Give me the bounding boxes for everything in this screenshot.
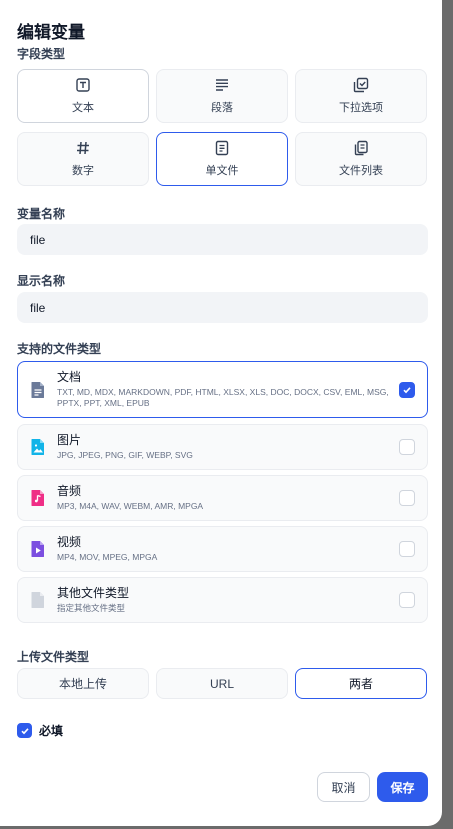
- file-type-video-name: 视频: [57, 535, 82, 549]
- file-type-audio-name: 音频: [57, 484, 82, 498]
- generic-file-icon: [31, 592, 44, 608]
- field-type-number-label: 数字: [72, 165, 94, 177]
- field-type-single-file[interactable]: 单文件: [156, 132, 288, 186]
- file-type-audio-checkbox[interactable]: [399, 490, 415, 506]
- video-file-icon: [31, 541, 44, 557]
- file-type-other-extensions: 指定其他文件类型: [57, 603, 126, 613]
- required-checkbox[interactable]: [17, 723, 32, 738]
- file-type-audio[interactable]: 音频 MP3, M4A, WAV, WEBM, AMR, MPGA: [17, 475, 428, 521]
- upload-method-local[interactable]: 本地上传: [17, 668, 149, 699]
- field-type-select-label: 下拉选项: [339, 102, 383, 114]
- dialog-title: 编辑变量: [17, 23, 85, 42]
- file-type-audio-extensions: MP3, M4A, WAV, WEBM, AMR, MPGA: [57, 501, 204, 511]
- file-type-video[interactable]: 视频 MP4, MOV, MPEG, MPGA: [17, 526, 428, 572]
- display-name-label: 显示名称: [17, 274, 66, 288]
- file-type-image-checkbox[interactable]: [399, 439, 415, 455]
- upload-method-options: 本地上传 URL 两者: [17, 668, 428, 699]
- file-type-document-name: 文档: [57, 370, 82, 384]
- file-type-video-extensions: MP4, MOV, MPEG, MPGA: [57, 552, 158, 562]
- file-type-document[interactable]: 文档 TXT, MD, MDX, MARKDOWN, PDF, HTML, XL…: [17, 361, 428, 418]
- file-list-icon: [354, 140, 368, 156]
- field-type-file-list[interactable]: 文件列表: [295, 132, 427, 186]
- text-box-icon: [76, 78, 90, 92]
- field-type-file-list-label: 文件列表: [339, 165, 383, 177]
- image-file-icon: [31, 439, 44, 455]
- file-types-label: 支持的文件类型: [17, 342, 102, 356]
- select-check-icon: [353, 77, 369, 93]
- field-type-select[interactable]: 下拉选项: [295, 69, 427, 123]
- file-type-other[interactable]: 其他文件类型 指定其他文件类型: [17, 577, 428, 623]
- required-label: 必填: [39, 724, 64, 738]
- paragraph-lines-icon: [216, 79, 228, 91]
- variable-name-label: 变量名称: [17, 207, 66, 221]
- field-type-single-file-label: 单文件: [205, 165, 239, 177]
- file-type-image[interactable]: 图片 JPG, JPEG, PNG, GIF, WEBP, SVG: [17, 424, 428, 470]
- file-type-other-checkbox[interactable]: [399, 592, 415, 608]
- field-type-label: 字段类型: [17, 47, 66, 61]
- field-type-number[interactable]: 数字: [17, 132, 149, 186]
- required-toggle[interactable]: 必填: [17, 722, 63, 739]
- field-type-text-label: 文本: [72, 102, 94, 114]
- upload-method-both[interactable]: 两者: [295, 668, 427, 699]
- check-icon: [20, 727, 29, 734]
- field-type-grid: 文本 段落 下拉选项 数字 单文件 文件列表: [17, 69, 428, 186]
- file-type-video-checkbox[interactable]: [399, 541, 415, 557]
- check-icon: [403, 386, 411, 393]
- hash-icon: [77, 141, 89, 155]
- document-file-icon: [31, 381, 44, 398]
- cancel-button[interactable]: 取消: [317, 772, 370, 802]
- field-type-text[interactable]: 文本: [17, 69, 149, 123]
- file-type-other-name: 其他文件类型: [57, 586, 130, 600]
- field-type-paragraph-label: 段落: [211, 102, 233, 114]
- field-type-paragraph[interactable]: 段落: [156, 69, 288, 123]
- file-type-document-checkbox[interactable]: [399, 381, 415, 398]
- save-button[interactable]: 保存: [377, 772, 428, 802]
- upload-method-label: 上传文件类型: [17, 650, 90, 664]
- file-type-image-name: 图片: [57, 433, 82, 447]
- variable-name-input[interactable]: file: [17, 224, 428, 255]
- single-file-icon: [215, 140, 229, 156]
- audio-file-icon: [31, 490, 44, 506]
- edit-variable-dialog: 编辑变量 字段类型 文本 段落 下拉选项 数字 单文件 文件列表 变量名称 fi…: [0, 0, 442, 826]
- file-type-document-extensions: TXT, MD, MDX, MARKDOWN, PDF, HTML, XLSX,…: [57, 387, 389, 408]
- upload-method-url[interactable]: URL: [156, 668, 288, 699]
- file-type-image-extensions: JPG, JPEG, PNG, GIF, WEBP, SVG: [57, 450, 193, 460]
- display-name-input[interactable]: file: [17, 292, 428, 323]
